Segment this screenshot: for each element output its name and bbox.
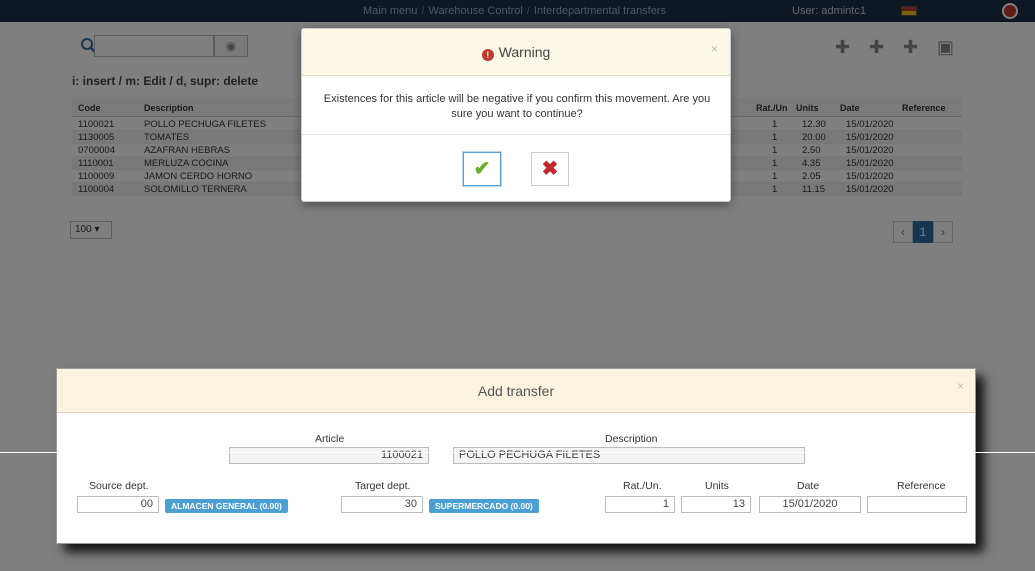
description-label: Description: [605, 433, 658, 445]
warning-header: ! Warning ×: [302, 29, 730, 76]
target-dept-field[interactable]: 30: [341, 496, 423, 513]
warning-dialog: ! Warning × Existences for this article w…: [301, 28, 731, 202]
rat-label: Rat./Un.: [623, 480, 662, 492]
dialog-title: Add transfer: [477, 383, 555, 399]
date-field[interactable]: 15/01/2020: [759, 496, 861, 513]
target-dept-badge: SUPERMERCADO (0.00): [429, 499, 539, 513]
warning-title: Warning: [498, 44, 551, 60]
rat-field[interactable]: 1: [605, 496, 675, 513]
description-field[interactable]: POLLO PECHUGA FILETES: [453, 447, 805, 464]
source-dept-field[interactable]: 00: [77, 496, 159, 513]
article-field[interactable]: 1100021: [229, 447, 429, 464]
close-icon[interactable]: ×: [711, 42, 718, 56]
warning-title-wrap: ! Warning: [302, 44, 730, 61]
reference-field[interactable]: [867, 496, 967, 513]
confirm-button[interactable]: ✔: [463, 152, 501, 186]
units-field[interactable]: 13: [681, 496, 751, 513]
cross-icon: ✖: [541, 158, 559, 180]
warning-message: Existences for this article will be nega…: [323, 93, 711, 120]
source-dept-badge: ALMACEN GENERAL (0.00): [165, 499, 288, 513]
article-label: Article: [315, 433, 345, 445]
source-dept-label: Source dept.: [89, 480, 149, 492]
reference-label: Reference: [897, 480, 946, 492]
target-dept-label: Target dept.: [355, 480, 411, 492]
date-label: Date: [797, 480, 820, 492]
units-label: Units: [705, 480, 729, 492]
checkmark-icon: ✔: [473, 158, 491, 180]
alert-icon: !: [481, 49, 494, 61]
close-icon[interactable]: ×: [957, 379, 964, 393]
cancel-button[interactable]: ✖: [531, 152, 569, 186]
add-transfer-dialog: Add transfer × Article 1100021 Descripti…: [56, 368, 976, 544]
dialog-header: Add transfer ×: [57, 369, 975, 413]
divider: [302, 134, 730, 135]
divider-line: [0, 452, 1035, 453]
